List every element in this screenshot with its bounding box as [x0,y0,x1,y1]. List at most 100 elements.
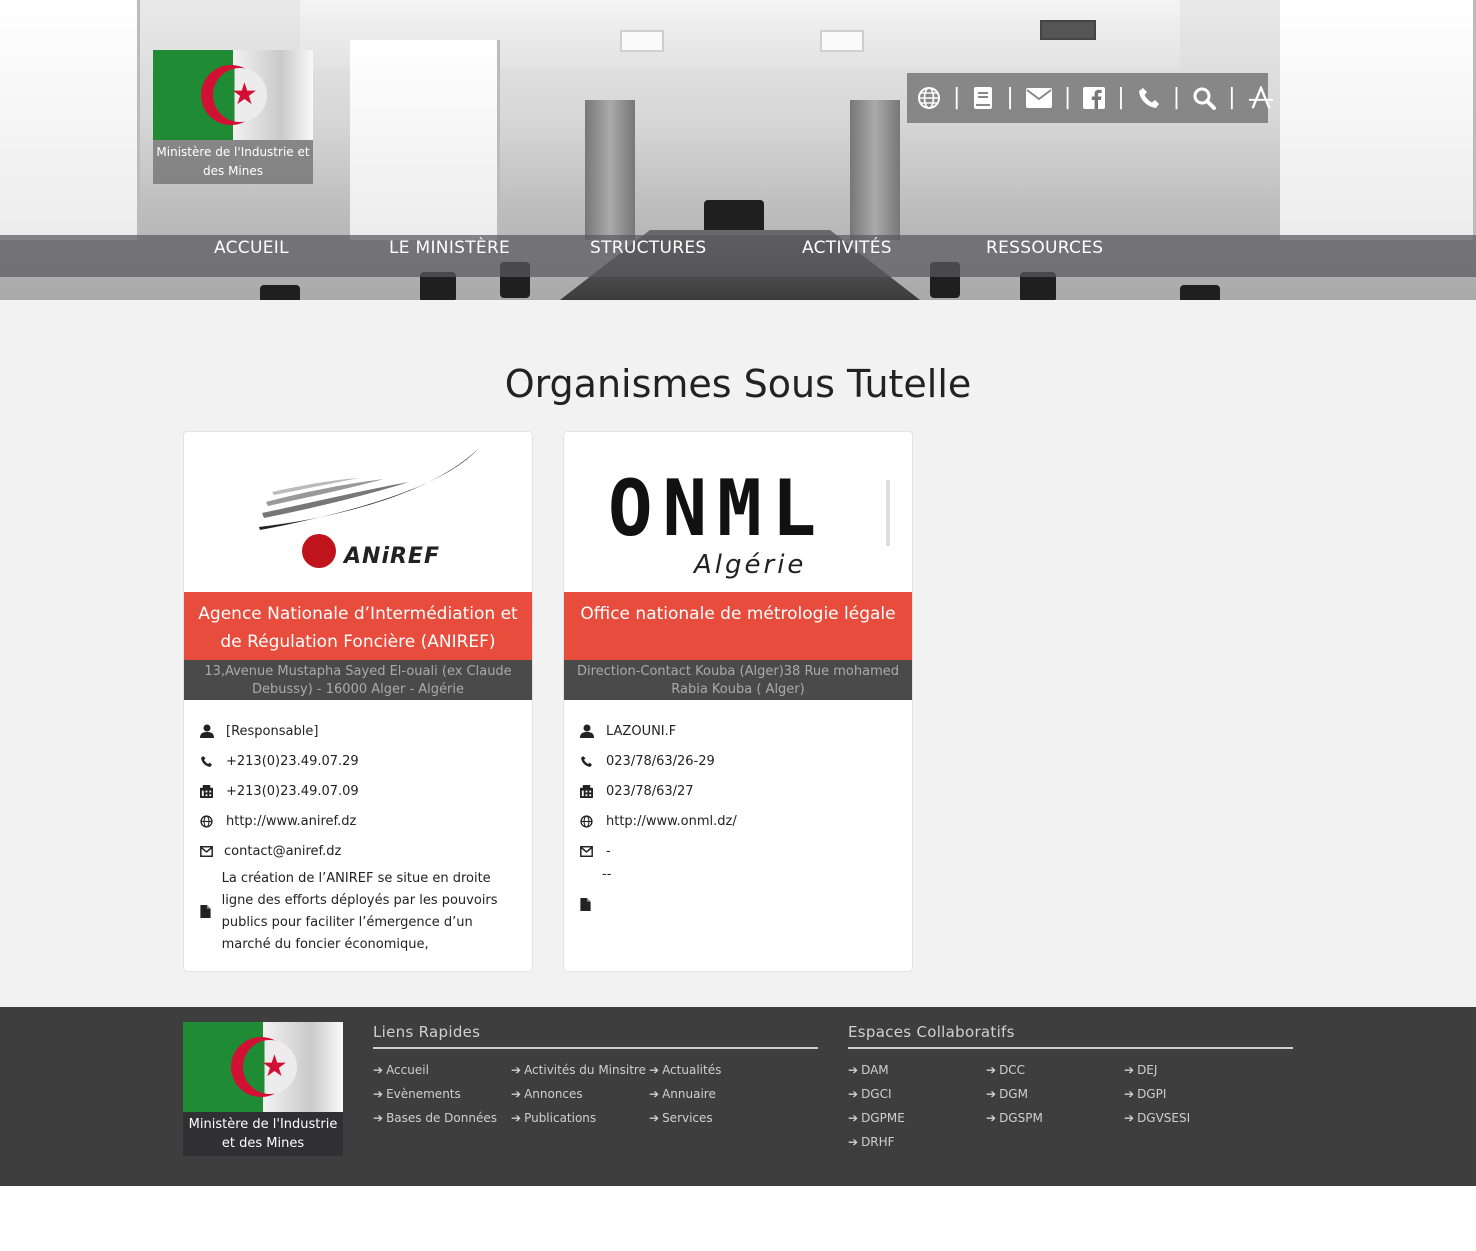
user-icon [580,724,606,738]
onml-bar-decor [886,480,890,546]
nav-item-le-ministere[interactable]: LE MINISTÈRE [389,235,510,277]
fax-value: +213(0)23.49.07.09 [226,783,359,799]
arrow-right-icon: ➔ [986,1111,997,1125]
collab-link[interactable]: ➔ DAM [848,1063,986,1077]
nav-item-activites[interactable]: ACTIVITÉS [802,235,892,277]
onml-logo[interactable]: ONML Algérie [564,432,912,592]
aniref-logo[interactable]: ANiREF [184,432,532,592]
quick-link[interactable]: ➔ Evènements [373,1087,511,1101]
arrow-right-icon: ➔ [848,1063,859,1077]
collab-link[interactable]: ➔ DCC [986,1063,1124,1077]
vent [1040,20,1096,40]
toolbar-separator: | [953,85,961,110]
nav-item-accueil[interactable]: ACCUEIL [214,235,289,277]
quick-link[interactable]: ➔ Services [649,1111,787,1125]
card-address: 13,Avenue Mustapha Sayed El-ouali (ex Cl… [184,660,532,700]
description-text: La création de l’ANIREF se situe en droi… [221,871,498,952]
site-footer: ★ Ministère de l'Industrie et des Mines … [0,1007,1476,1186]
envelope-icon[interactable] [1025,85,1052,111]
collab-link[interactable]: ➔ DGSPM [986,1111,1124,1125]
facebook-icon[interactable] [1083,85,1106,111]
phone-row: 023/78/63/26-29 [580,746,896,776]
user-icon [200,724,226,738]
toolbar-separator: | [1006,85,1014,110]
chair-decor [260,285,300,300]
website-link[interactable]: http://www.aniref.dz [226,814,356,829]
arrow-right-icon: ➔ [511,1111,522,1125]
toolbar-separator: | [1063,85,1072,110]
email-row: contact@aniref.dz [200,836,516,866]
arrow-right-icon: ➔ [649,1111,660,1125]
responsable-row: LAZOUNI.F [580,716,896,746]
card-info: [Responsable] +213(0)23.49.07.29 +213(0)… [184,700,532,956]
quick-links-section: Liens Rapides ➔ Accueil ➔ Activités du Min… [373,1023,818,1125]
fax-row: +213(0)23.49.07.09 [200,776,516,806]
collab-link[interactable]: ➔ DRHF [848,1135,986,1149]
card-title[interactable]: Office nationale de métrologie légale [564,592,912,660]
arrow-right-icon: ➔ [373,1063,384,1077]
quick-link[interactable]: ➔ Annuaire [649,1087,787,1101]
arrow-right-icon: ➔ [1124,1087,1135,1101]
description-row: La création de l’ANIREF se situe en droi… [200,868,516,956]
phone-row: +213(0)23.49.07.29 [200,746,516,776]
email-row: - [580,836,896,866]
arrow-right-icon: ➔ [511,1063,522,1077]
nav-item-ressources[interactable]: RESSOURCES [986,235,1103,277]
aniref-wordmark: ANiREF [344,544,440,569]
main-nav: ACCUEIL LE MINISTÈRE STRUCTURES ACTIVITÉ… [0,235,1476,277]
collab-link[interactable]: ➔ DGM [986,1087,1124,1101]
arrow-right-icon: ➔ [986,1087,997,1101]
globe-icon [580,814,606,828]
top-toolbar: | | | | | | [907,73,1273,123]
footer-ministry-caption: Ministère de l'Industrie et des Mines [183,1112,343,1156]
book-icon[interactable] [972,85,994,111]
window-decor [1280,0,1476,240]
website-link[interactable]: http://www.onml.dz/ [606,814,737,829]
phone-icon[interactable] [1137,85,1161,111]
collab-link[interactable]: ➔ DEJ [1124,1063,1262,1077]
fax-row: 023/78/63/27 [580,776,896,806]
chair-decor [1180,285,1220,300]
collab-link[interactable]: ➔ DGCI [848,1087,986,1101]
email-link[interactable]: contact@aniref.dz [224,844,341,859]
arrow-right-icon: ➔ [848,1135,859,1149]
quick-link[interactable]: ➔ Bases de Données [373,1111,511,1125]
footer-ministry-logo[interactable]: ★ Ministère de l'Industrie et des Mines [183,1022,343,1156]
website-row: http://www.onml.dz/ [580,806,896,836]
quick-link[interactable]: ➔ Actualités [649,1063,787,1077]
arrow-right-icon: ➔ [511,1087,522,1101]
search-icon[interactable] [1192,85,1217,111]
envelope-icon [580,845,606,857]
window-decor [0,0,140,240]
email-value: - [606,843,611,859]
phone-value[interactable]: +213(0)23.49.07.29 [226,754,359,769]
arrow-right-icon: ➔ [1124,1063,1135,1077]
collab-link[interactable]: ➔ DGPI [1124,1087,1262,1101]
quick-link[interactable]: ➔ Publications [511,1111,649,1125]
arrow-right-icon: ➔ [373,1111,384,1125]
card-info: LAZOUNI.F 023/78/63/26-29 023/78/63/27 h… [564,700,912,915]
font-size-icon[interactable] [1248,85,1274,111]
nav-item-structures[interactable]: STRUCTURES [590,235,706,277]
pillar-decor [850,100,900,240]
card-title[interactable]: Agence Nationale d’Intermédiation et de … [184,592,532,660]
ministry-logo[interactable]: ★ Ministère de l'Industrie et des Mines [153,50,313,184]
toolbar-separator: | [1228,85,1236,110]
quick-link[interactable]: ➔ Annonces [511,1087,649,1101]
aniref-dot-icon [302,534,336,568]
collab-link[interactable]: ➔ DGPME [848,1111,986,1125]
organism-card-onml: ONML Algérie Office nationale de métrolo… [563,431,913,972]
toolbar-separator: | [1172,85,1181,110]
quick-link[interactable]: ➔ Accueil [373,1063,511,1077]
phone-value[interactable]: 023/78/63/26-29 [606,754,715,769]
aniref-swoosh-icon [259,448,479,530]
file-icon [200,903,222,922]
fax-icon [580,784,606,798]
collab-section: Espaces Collaboratifs ➔ DAM ➔ DCC ➔ DEJ ➔ DG… [848,1023,1293,1149]
ministry-caption: Ministère de l'Industrie et des Mines [153,140,313,184]
quick-link[interactable]: ➔ Activités du Minsitre [511,1063,649,1077]
collab-link[interactable]: ➔ DGVSESI [1124,1111,1262,1125]
extra-value: -- [602,867,612,882]
globe-icon[interactable] [917,85,941,111]
website-row: http://www.aniref.dz [200,806,516,836]
